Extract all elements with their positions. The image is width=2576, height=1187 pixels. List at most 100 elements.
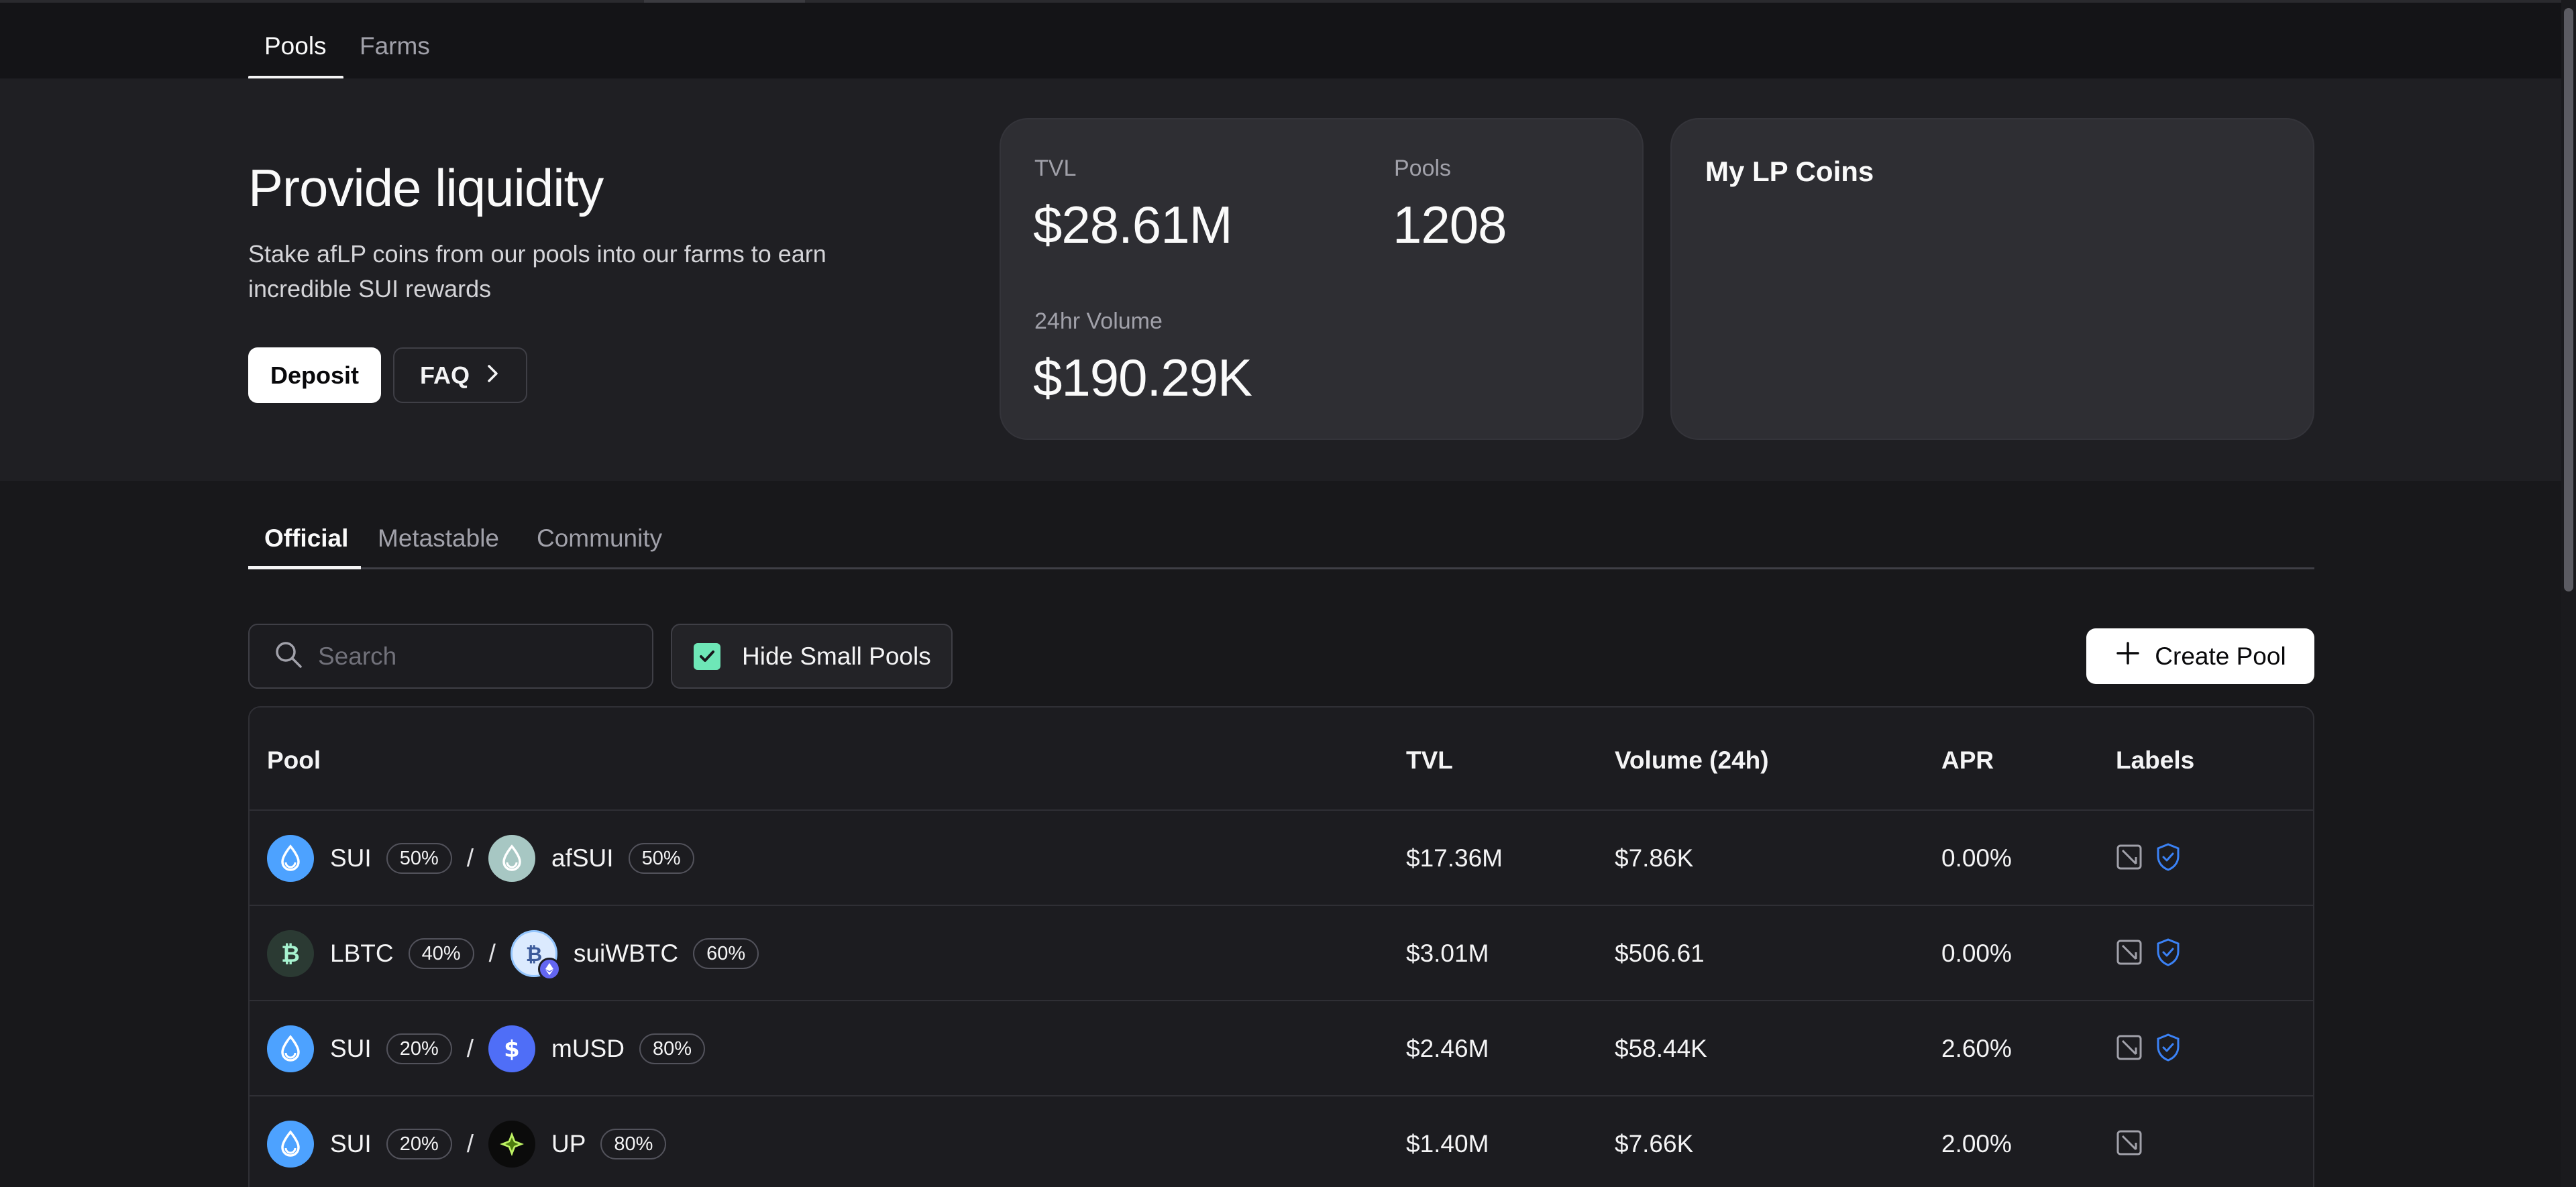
table-header: Pool TVL Volume (24h) APR Labels [250, 708, 2313, 811]
coin-b-weight: 50% [628, 843, 694, 874]
search-box[interactable] [248, 624, 653, 689]
pool-apr: 0.00% [1941, 844, 2012, 872]
plus-icon [2114, 640, 2141, 673]
tvl-label: TVL [1034, 156, 1077, 181]
pool-pair: SUI 50% / afSUI 50% [267, 811, 694, 906]
check-icon [700, 650, 714, 662]
tab-community[interactable]: Community [537, 524, 662, 553]
official-label-icon[interactable] [2116, 1034, 2143, 1064]
pools-table: Pool TVL Volume (24h) APR Labels SUI 50%… [248, 706, 2314, 1187]
deposit-button[interactable]: Deposit [248, 347, 381, 403]
pools-count-label: Pools [1394, 156, 1452, 181]
coin-a-name: SUI [330, 1035, 372, 1062]
coin-b-name: UP [551, 1130, 586, 1157]
pool-apr: 0.00% [1941, 940, 2012, 967]
table-row[interactable]: SUI 50% / afSUI 50% $17.36M $7.86K 0.00% [250, 811, 2313, 906]
pool-tvl: $17.36M [1406, 844, 1503, 872]
header-pool[interactable]: Pool [267, 746, 321, 775]
volume-label: 24hr Volume [1034, 308, 1163, 334]
pool-apr: 2.60% [1941, 1035, 2012, 1062]
hero-section: Provide liquidity Stake afLP coins from … [0, 78, 2576, 481]
volume-value: $190.29K [1033, 348, 1252, 407]
header-volume[interactable]: Volume (24h) [1615, 746, 1769, 775]
sui-coin-icon [267, 1121, 314, 1168]
pool-labels [2116, 1096, 2143, 1187]
tab-official[interactable]: Official [264, 524, 348, 553]
hero-description: Stake afLP coins from our pools into our… [248, 240, 826, 302]
faq-button[interactable]: FAQ [393, 347, 527, 403]
pool-labels [2116, 811, 2182, 906]
pool-labels [2116, 1001, 2182, 1096]
up-coin-icon [488, 1121, 536, 1168]
table-row[interactable]: SUI 20% / $ mUSD 80% $2.46M $58.44K 2.60… [250, 1001, 2313, 1096]
pools-count-value: 1208 [1393, 195, 1507, 254]
hide-small-pools-checkbox[interactable] [694, 642, 720, 670]
coin-b-weight: 60% [693, 938, 759, 969]
official-label-icon[interactable] [2116, 939, 2143, 969]
header-apr[interactable]: APR [1941, 746, 1994, 775]
scrollbar-thumb[interactable] [2564, 8, 2573, 591]
pool-volume: $58.44K [1615, 1035, 1707, 1062]
my-lp-coins-card: My LP Coins [1670, 118, 2314, 440]
pool-tvl: $2.46M [1406, 1035, 1489, 1062]
lbtc-coin-icon: ₿ [267, 930, 314, 977]
my-lp-coins-title: My LP Coins [1705, 156, 1874, 187]
deposit-button-label: Deposit [270, 361, 359, 389]
tab-metastable[interactable]: Metastable [378, 524, 499, 553]
faq-button-label: FAQ [419, 361, 470, 389]
coin-b-name: suiWBTC [573, 940, 679, 967]
coin-a-name: SUI [330, 1130, 372, 1157]
ethereum-icon [537, 958, 561, 980]
create-pool-label: Create Pool [2155, 642, 2286, 670]
tab-farms[interactable]: Farms [360, 32, 430, 60]
suiwbtc-coin-icon: ₿ [510, 930, 561, 980]
page-scrollbar[interactable] [2561, 0, 2576, 1187]
table-row[interactable]: ₿ LBTC 40% / ₿ suiWBTC 60% $3.01M $506.6… [250, 906, 2313, 1001]
chevron-right-icon [486, 361, 500, 390]
create-pool-button[interactable]: Create Pool [2086, 628, 2314, 684]
coin-a-weight: 20% [386, 1129, 452, 1160]
official-label-icon[interactable] [2116, 1129, 2143, 1160]
hide-small-pools-label: Hide Small Pools [742, 642, 931, 670]
pool-tvl: $1.40M [1406, 1130, 1489, 1157]
pool-volume: $506.61 [1615, 940, 1705, 967]
sui-coin-icon [267, 835, 314, 882]
svg-text:$: $ [504, 1036, 520, 1063]
search-icon [274, 640, 303, 673]
tvl-value: $28.61M [1033, 195, 1233, 254]
pool-tvl: $3.01M [1406, 940, 1489, 967]
search-input[interactable] [318, 642, 627, 671]
pool-labels [2116, 906, 2182, 1001]
hide-small-pools-toggle[interactable]: Hide Small Pools [671, 624, 953, 689]
official-label-icon[interactable] [2116, 844, 2143, 874]
coin-a-weight: 50% [386, 843, 452, 874]
coin-a-name: SUI [330, 844, 372, 872]
table-row[interactable]: SUI 20% / UP 80% $1.40M $7.66K 2.00% [250, 1096, 2313, 1187]
top-nav: Pools Farms [0, 3, 2576, 79]
svg-text:₿: ₿ [281, 941, 300, 968]
page-title: Provide liquidity [248, 158, 604, 217]
coin-b-name: afSUI [551, 844, 614, 872]
verified-shield-icon[interactable] [2155, 1033, 2182, 1066]
tab-pools[interactable]: Pools [264, 32, 327, 60]
afsui-coin-icon [488, 835, 536, 882]
pool-apr: 2.00% [1941, 1130, 2012, 1157]
pool-volume: $7.86K [1615, 844, 1694, 872]
sui-coin-icon [267, 1025, 314, 1072]
pool-pair: ₿ LBTC 40% / ₿ suiWBTC 60% [267, 906, 759, 1001]
coin-a-name: LBTC [330, 940, 394, 967]
header-tvl[interactable]: TVL [1406, 746, 1453, 775]
tabs-divider [248, 567, 2314, 569]
verified-shield-icon[interactable] [2155, 938, 2182, 970]
musd-coin-icon: $ [488, 1025, 536, 1072]
coin-a-weight: 40% [408, 938, 474, 969]
pool-pair: SUI 20% / UP 80% [267, 1096, 667, 1187]
header-labels: Labels [2116, 746, 2195, 774]
coin-b-name: mUSD [551, 1035, 625, 1062]
stats-card: TVL $28.61M Pools 1208 24hr Volume $190.… [1000, 118, 1644, 440]
verified-shield-icon[interactable] [2155, 842, 2182, 875]
pool-pair: SUI 20% / $ mUSD 80% [267, 1001, 706, 1096]
coin-b-weight: 80% [600, 1129, 667, 1160]
tab-official-underline [248, 566, 361, 569]
pool-volume: $7.66K [1615, 1130, 1694, 1157]
